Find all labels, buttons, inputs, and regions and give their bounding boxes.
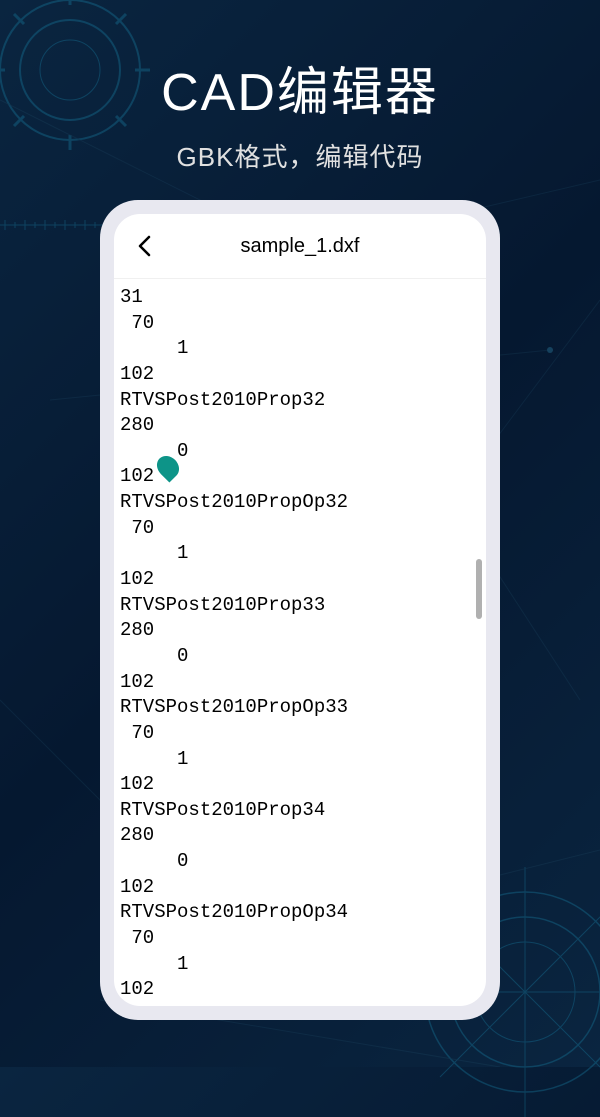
code-line[interactable]: 280 bbox=[120, 823, 480, 849]
code-line[interactable]: 1 bbox=[120, 952, 480, 978]
code-line[interactable]: RTVSPost2010Prop33 bbox=[120, 593, 480, 619]
promo-subtitle: GBK格式，编辑代码 bbox=[0, 137, 600, 174]
code-line[interactable]: 102 bbox=[120, 670, 480, 696]
app-header: sample_1.dxf bbox=[114, 214, 486, 279]
promo-title: CAD编辑器 bbox=[0, 50, 600, 125]
code-line[interactable]: 102 bbox=[120, 875, 480, 901]
code-line[interactable]: 31 bbox=[120, 285, 480, 311]
code-line[interactable]: RTVSPost2010PropOp34 bbox=[120, 900, 480, 926]
code-line[interactable]: 1 bbox=[120, 336, 480, 362]
code-line[interactable]: 102 bbox=[120, 977, 480, 1003]
code-line[interactable]: RTVSPost2010Prop34 bbox=[120, 798, 480, 824]
code-line[interactable]: 0 bbox=[120, 849, 480, 875]
code-line[interactable]: 70 bbox=[120, 516, 480, 542]
phone-mockup-frame: sample_1.dxf 31 70 1102RTVSPost2010Prop3… bbox=[100, 200, 500, 1020]
code-line[interactable]: 280 bbox=[120, 618, 480, 644]
code-line[interactable]: 1 bbox=[120, 541, 480, 567]
code-line[interactable]: 70 bbox=[120, 926, 480, 952]
code-line[interactable]: 70 bbox=[120, 311, 480, 337]
code-line[interactable]: 0 bbox=[120, 644, 480, 670]
phone-screen: sample_1.dxf 31 70 1102RTVSPost2010Prop3… bbox=[114, 214, 486, 1006]
code-line[interactable]: 102 bbox=[120, 362, 480, 388]
promo-header: CAD编辑器 GBK格式，编辑代码 bbox=[0, 0, 600, 174]
code-line[interactable]: 70 bbox=[120, 721, 480, 747]
code-line[interactable]: 102 bbox=[120, 567, 480, 593]
file-name-label: sample_1.dxf bbox=[130, 235, 470, 258]
code-line[interactable]: 280 bbox=[120, 413, 480, 439]
code-editor-area[interactable]: 31 70 1102RTVSPost2010Prop32280 0102RTVS… bbox=[114, 279, 486, 1006]
scrollbar-thumb[interactable] bbox=[476, 559, 482, 619]
code-line[interactable]: 1 bbox=[120, 747, 480, 773]
code-line[interactable]: RTVSPost2010PropOp33 bbox=[120, 695, 480, 721]
code-line[interactable]: RTVSPost2010PropOp32 bbox=[120, 490, 480, 516]
code-line[interactable]: 102 bbox=[120, 772, 480, 798]
code-line[interactable]: RTVSPost2010Prop32 bbox=[120, 388, 480, 414]
